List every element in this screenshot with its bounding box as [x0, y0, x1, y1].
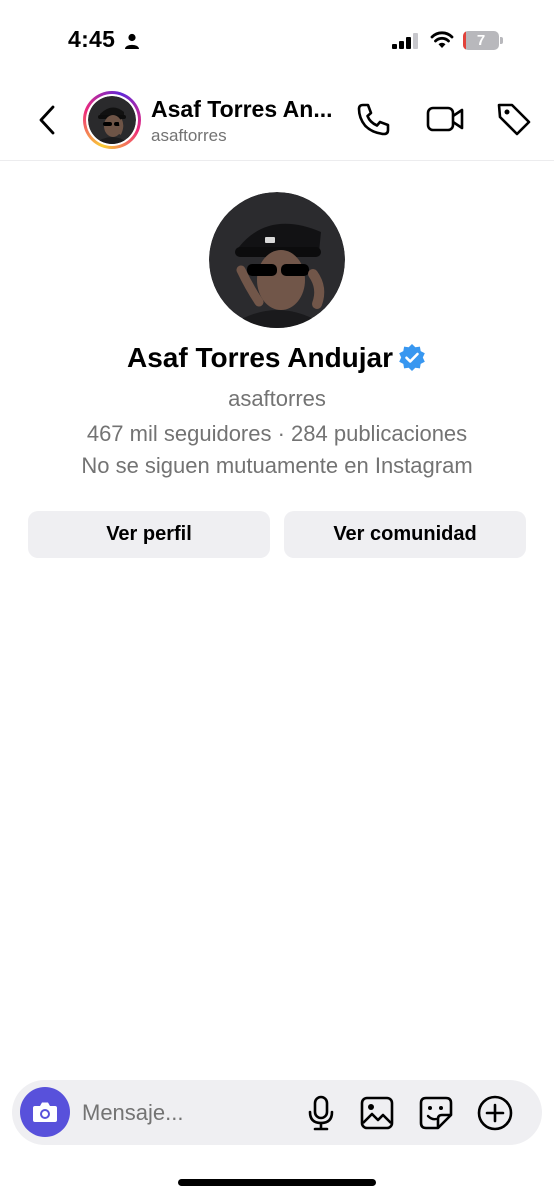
- profile-username: asaftorres: [228, 386, 326, 411]
- tag-icon[interactable]: [494, 99, 534, 139]
- video-camera-icon[interactable]: [424, 99, 466, 139]
- microphone-icon[interactable]: [306, 1095, 336, 1131]
- home-indicator[interactable]: [178, 1179, 376, 1186]
- chat-header: Asaf Torres An... asaftorres: [0, 80, 554, 161]
- view-community-button[interactable]: Ver comunidad: [284, 511, 526, 558]
- plus-circle-icon[interactable]: [476, 1094, 514, 1132]
- mutual-follow-status: No se siguen mutuamente en Instagram: [81, 453, 473, 478]
- profile-avatar[interactable]: [209, 192, 345, 328]
- profile-name: Asaf Torres Andujar: [126, 342, 394, 373]
- wifi-icon: [430, 31, 454, 48]
- profile-stats: 467 mil seguidores · 284 publicaciones: [86, 421, 468, 446]
- header-name[interactable]: Asaf Torres An...: [151, 96, 332, 123]
- person-icon: [125, 33, 139, 49]
- camera-button[interactable]: [20, 1087, 70, 1137]
- header-username[interactable]: asaftorres: [151, 126, 227, 146]
- header-avatar[interactable]: [83, 91, 141, 149]
- message-composer: [12, 1080, 542, 1145]
- gallery-icon[interactable]: [360, 1095, 394, 1131]
- battery-icon: 7: [463, 31, 503, 50]
- battery-level: 7: [476, 32, 486, 49]
- signal-icon: [392, 33, 418, 49]
- phone-icon[interactable]: [354, 99, 394, 139]
- view-profile-button[interactable]: Ver perfil: [28, 511, 270, 558]
- back-button[interactable]: [30, 100, 64, 140]
- camera-icon: [33, 1102, 57, 1122]
- verified-badge-icon: [399, 344, 425, 371]
- sticker-icon[interactable]: [418, 1095, 454, 1131]
- status-time: 4:45: [68, 26, 116, 52]
- avatar-image: [88, 96, 136, 144]
- back-chevron-icon: [39, 105, 55, 135]
- profile-name-row: Asaf Torres Andujar: [0, 342, 554, 374]
- message-input[interactable]: [82, 1080, 292, 1145]
- status-bar: 4:45 7: [0, 0, 554, 80]
